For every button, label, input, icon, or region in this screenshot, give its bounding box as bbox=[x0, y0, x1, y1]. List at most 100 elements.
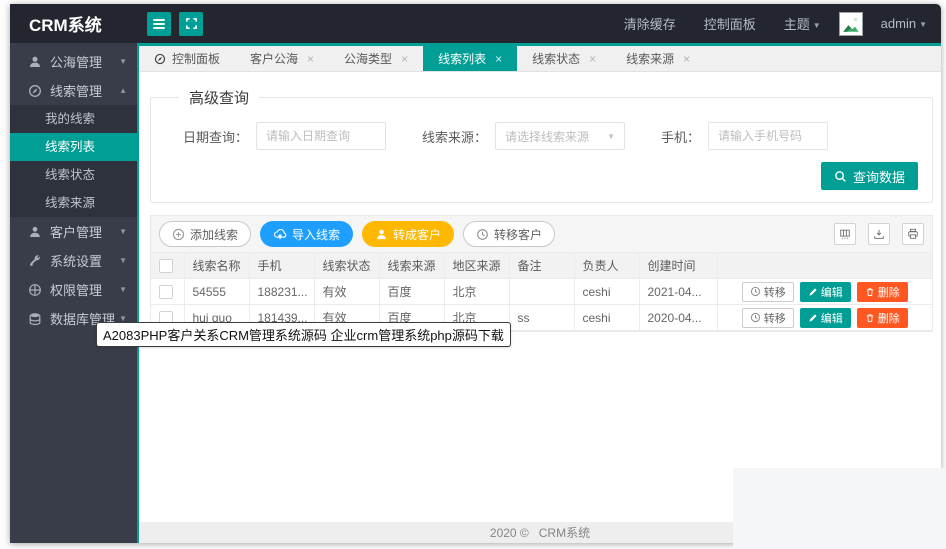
chevron-down-icon: ▼ bbox=[119, 57, 127, 66]
cell-remark: ss bbox=[509, 304, 575, 331]
filter-columns-button[interactable] bbox=[834, 223, 856, 245]
row-transfer-button[interactable]: 转移 bbox=[741, 281, 794, 302]
close-icon[interactable]: × bbox=[401, 53, 408, 65]
sidebar-subitem-my-leads[interactable]: 我的线索 bbox=[10, 105, 137, 133]
users-icon bbox=[30, 56, 40, 67]
database-icon bbox=[29, 312, 41, 325]
chevron-down-icon: ▼ bbox=[119, 256, 127, 265]
sidebar-item-settings[interactable]: 系统设置 ▼ bbox=[10, 246, 137, 275]
advanced-search-title: 高级查询 bbox=[189, 90, 250, 107]
add-lead-button[interactable]: 添加线索 bbox=[159, 221, 252, 247]
phone-input[interactable] bbox=[708, 122, 829, 150]
control-panel-link[interactable]: 控制面板 bbox=[704, 14, 756, 33]
row-edit-button[interactable]: 编辑 bbox=[799, 307, 851, 328]
advanced-search-panel: 高级查询 日期查询： 线索来源： 请选择线索来源 ▼ 手机： bbox=[150, 87, 933, 203]
col-operations bbox=[717, 252, 932, 279]
convert-customer-label: 转成客户 bbox=[393, 227, 442, 242]
sidebar-item-label: 权限管理 bbox=[50, 283, 103, 298]
cell-owner: ceshi bbox=[574, 304, 640, 331]
row-delete-label: 删除 bbox=[877, 286, 900, 299]
tab-sea-type[interactable]: 公海类型 × bbox=[329, 46, 423, 71]
compass-icon bbox=[154, 53, 166, 64]
search-form-row: 日期查询： 线索来源： 请选择线索来源 ▼ 手机： bbox=[165, 122, 918, 150]
col-phone: 手机 bbox=[249, 252, 315, 279]
row-checkbox[interactable] bbox=[159, 284, 173, 299]
tab-control-panel[interactable]: 控制面板 bbox=[139, 46, 235, 71]
col-remark: 备注 bbox=[509, 252, 575, 279]
close-icon[interactable]: × bbox=[683, 53, 690, 65]
collapse-sidebar-button[interactable] bbox=[147, 11, 171, 36]
pencil-icon bbox=[809, 287, 817, 296]
sidebar-subitem-lead-status[interactable]: 线索状态 bbox=[10, 161, 137, 189]
close-icon[interactable]: × bbox=[495, 53, 502, 65]
cell-lead-name: 54555 bbox=[184, 278, 250, 305]
transfer-customer-label: 转移客户 bbox=[494, 227, 543, 242]
tab-customer-sea[interactable]: 客户公海 × bbox=[235, 46, 329, 71]
phone-label: 手机： bbox=[661, 129, 701, 145]
footer-text: 2020 © CRM系统 bbox=[489, 526, 591, 540]
query-button-label: 查询数据 bbox=[852, 169, 905, 185]
trash-icon bbox=[866, 287, 873, 296]
col-created: 创建时间 bbox=[639, 252, 718, 279]
clear-cache-link[interactable]: 清除缓存 bbox=[624, 14, 676, 33]
tab-lead-list[interactable]: 线索列表 × bbox=[423, 46, 518, 71]
sidebar-item-public-sea[interactable]: 公海管理 ▼ bbox=[10, 47, 137, 76]
print-button[interactable] bbox=[902, 223, 924, 245]
tab-label: 控制面板 bbox=[172, 52, 221, 66]
cell-owner: ceshi bbox=[574, 278, 640, 305]
fullscreen-button[interactable] bbox=[179, 11, 203, 36]
tab-lead-status[interactable]: 线索状态 × bbox=[517, 46, 611, 71]
col-region: 地区来源 bbox=[444, 252, 510, 279]
tab-label: 线索来源 bbox=[626, 52, 675, 66]
tab-lead-source[interactable]: 线索来源 × bbox=[611, 46, 705, 71]
table-header-row: 线索名称 手机 线索状态 线索来源 地区来源 备注 负责人 创建时间 bbox=[151, 252, 932, 279]
tab-bar: 控制面板 客户公海 × 公海类型 × 线索列表 × 线索状态 × 线索来源 × bbox=[139, 46, 941, 72]
row-transfer-button[interactable]: 转移 bbox=[741, 307, 794, 328]
source-label: 线索来源： bbox=[422, 129, 488, 145]
transfer-customer-button[interactable]: 转移客户 bbox=[463, 221, 556, 247]
col-lead-name: 线索名称 bbox=[184, 252, 250, 279]
row-delete-label: 删除 bbox=[877, 312, 900, 325]
row-edit-button[interactable]: 编辑 bbox=[799, 281, 851, 302]
hamburger-icon bbox=[153, 18, 165, 29]
theme-menu[interactable]: 主题 ▼ bbox=[784, 14, 821, 33]
app-window: CRM系统 清除缓存 控制面板 主题 ▼ admin ▼ 公海管理 ▼ 线索管理… bbox=[10, 4, 941, 543]
row-transfer-label: 转移 bbox=[763, 286, 786, 299]
cell-status: 有效 bbox=[314, 278, 380, 305]
row-edit-label: 编辑 bbox=[820, 286, 843, 299]
convert-customer-button[interactable]: 转成客户 bbox=[362, 221, 455, 247]
tab-label: 客户公海 bbox=[250, 52, 299, 66]
clock-icon bbox=[750, 312, 760, 323]
date-input[interactable] bbox=[256, 122, 387, 150]
wrench-icon bbox=[30, 254, 40, 266]
user-icon bbox=[30, 226, 40, 237]
select-all-checkbox[interactable] bbox=[159, 258, 173, 273]
sidebar-item-label: 系统设置 bbox=[50, 254, 103, 269]
sidebar-subitem-lead-list[interactable]: 线索列表 bbox=[10, 133, 137, 161]
row-delete-button[interactable]: 删除 bbox=[856, 281, 908, 302]
sidebar-item-customers[interactable]: 客户管理 ▼ bbox=[10, 217, 137, 246]
row-transfer-label: 转移 bbox=[763, 312, 786, 325]
source-select[interactable]: 请选择线索来源 ▼ bbox=[495, 122, 626, 150]
pencil-icon bbox=[809, 313, 817, 322]
col-owner: 负责人 bbox=[574, 252, 640, 279]
query-button[interactable]: 查询数据 bbox=[820, 162, 918, 190]
overlay-panel bbox=[733, 468, 946, 549]
row-delete-button[interactable]: 删除 bbox=[856, 307, 908, 328]
sidebar-subitem-lead-source[interactable]: 线索来源 bbox=[10, 189, 137, 217]
close-icon[interactable]: × bbox=[589, 53, 596, 65]
sidebar-item-permissions[interactable]: 权限管理 ▼ bbox=[10, 275, 137, 304]
sidebar-item-leads[interactable]: 线索管理 ▲ bbox=[10, 76, 137, 105]
export-button[interactable] bbox=[868, 223, 890, 245]
chevron-down-icon: ▼ bbox=[119, 285, 127, 294]
sidebar: 公海管理 ▼ 线索管理 ▲ 我的线索 线索列表 线索状态 线索来源 客户管理 ▼… bbox=[10, 43, 139, 543]
import-leads-button[interactable]: 导入线索 bbox=[260, 221, 354, 247]
search-icon bbox=[835, 170, 846, 182]
person-icon bbox=[377, 229, 386, 239]
close-icon[interactable]: × bbox=[307, 53, 314, 65]
user-menu[interactable]: admin ▼ bbox=[881, 16, 927, 31]
cloud-upload-icon bbox=[274, 229, 287, 240]
avatar[interactable] bbox=[838, 11, 863, 36]
seo-tooltip: A2083PHP客户关系CRM管理系统源码 企业crm管理系统php源码下载 bbox=[96, 322, 511, 347]
cell-created: 2020-04... bbox=[639, 304, 718, 331]
